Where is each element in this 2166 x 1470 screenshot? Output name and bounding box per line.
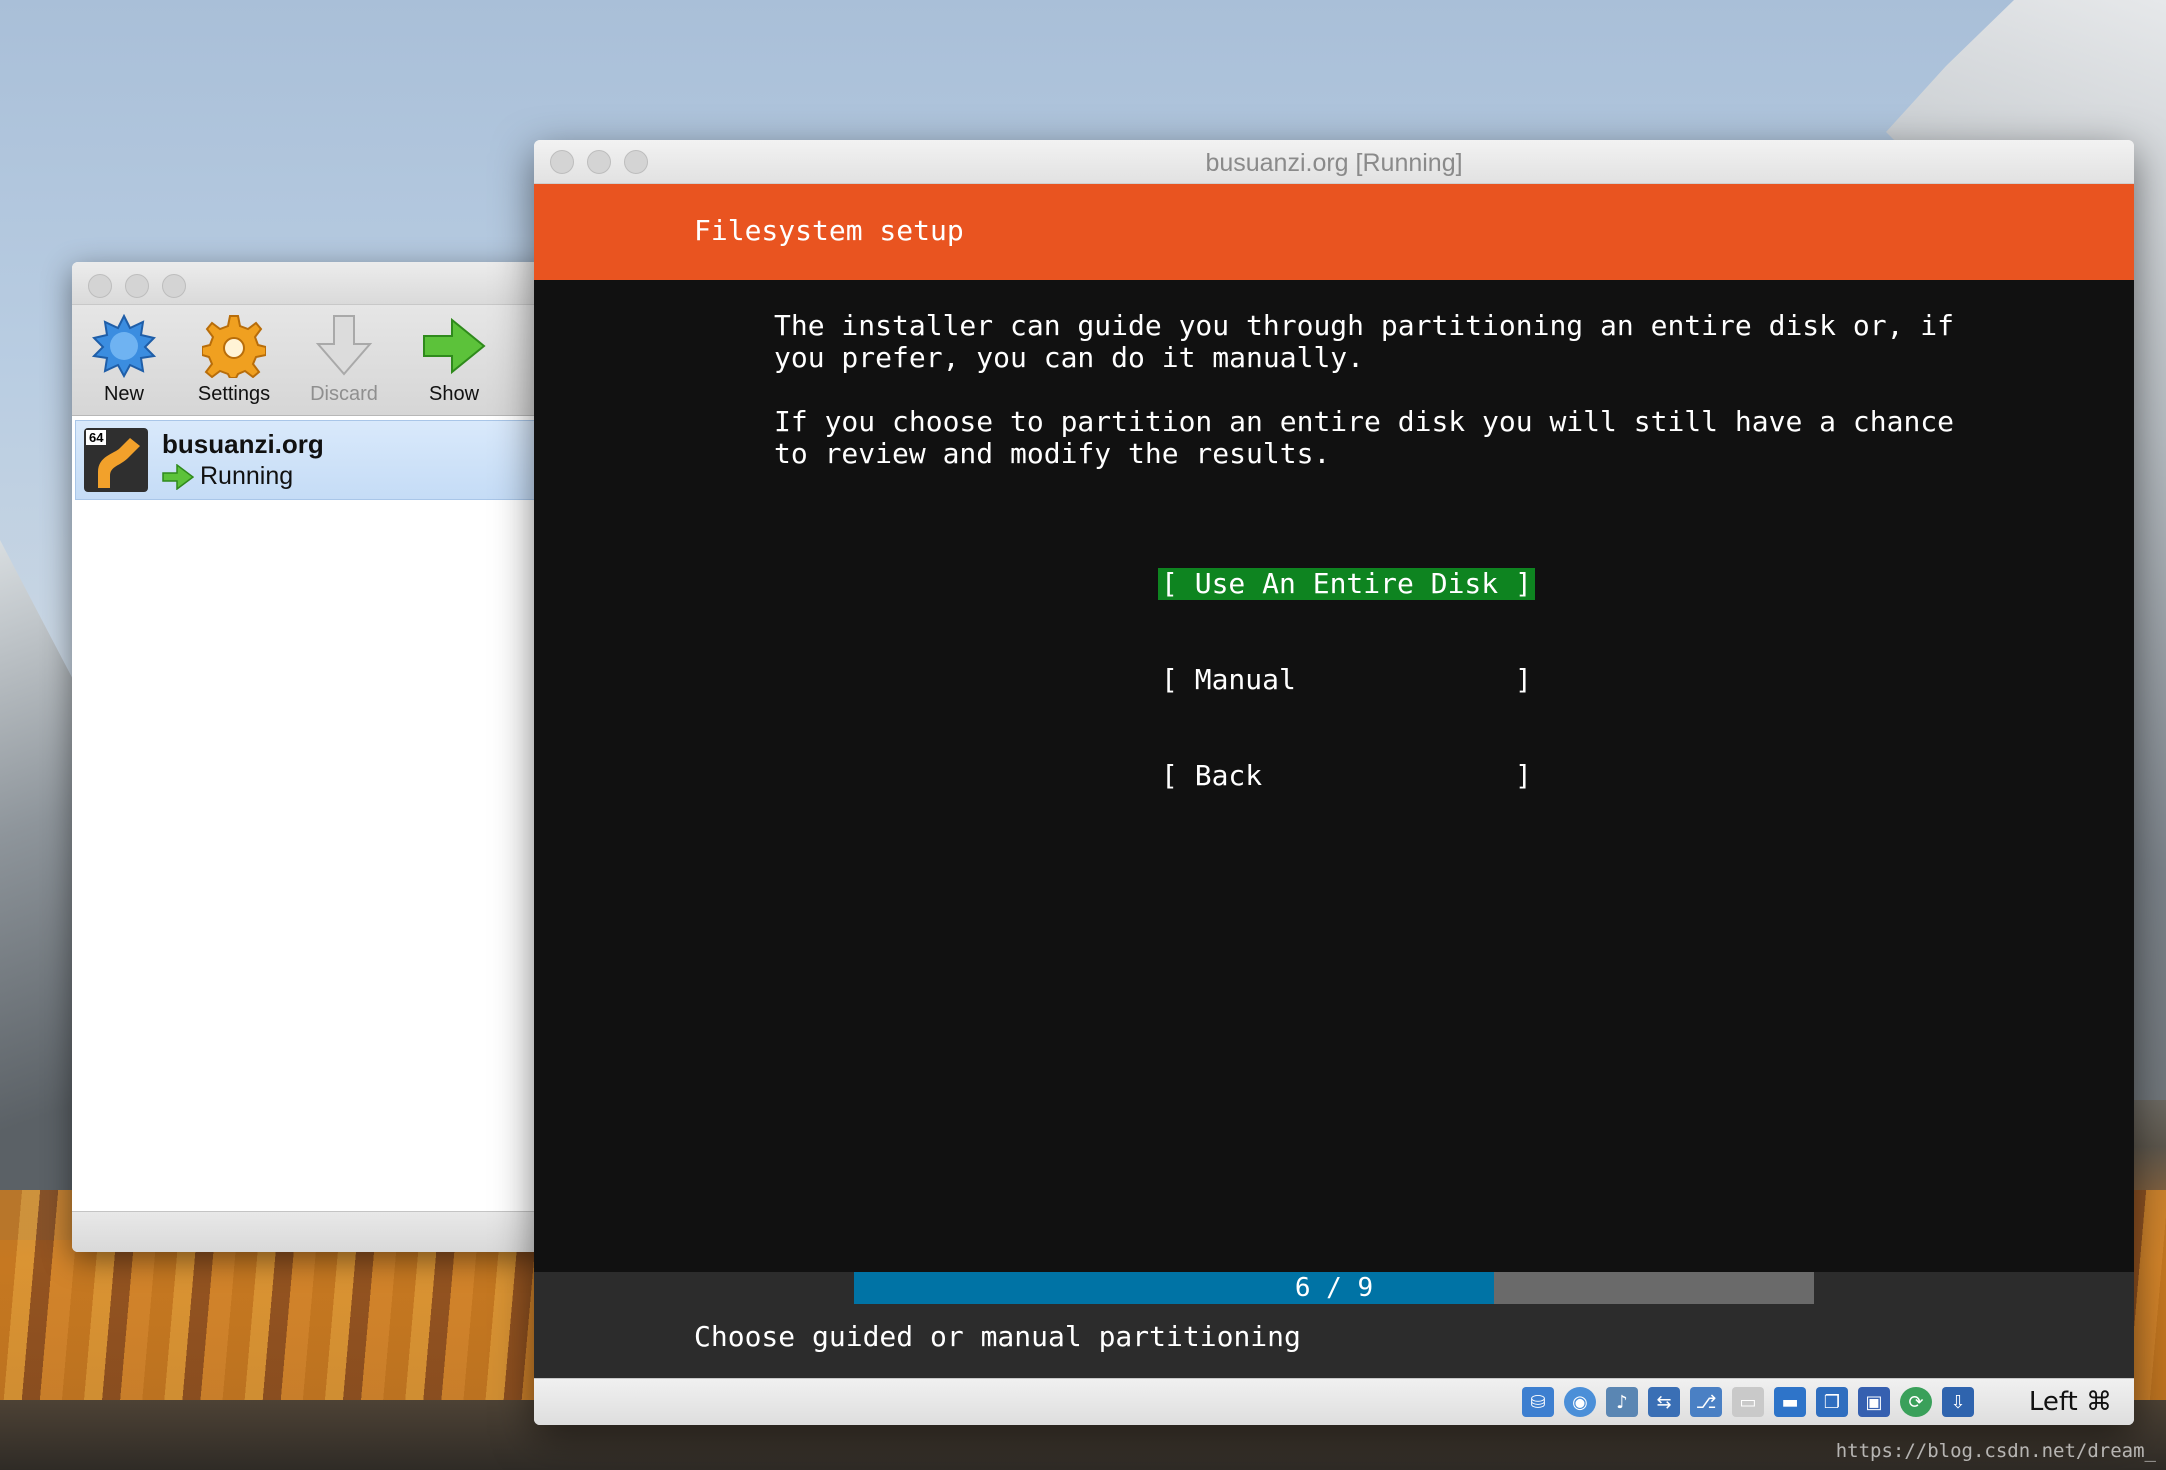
- manager-bottom-bar: [72, 1211, 552, 1252]
- video-capture-icon[interactable]: ❐: [1816, 1387, 1848, 1417]
- network-icon[interactable]: ⇆: [1648, 1387, 1680, 1417]
- review-line-2: to review and modify the results.: [774, 437, 1331, 470]
- vm-list-item[interactable]: 64 busuanzi.org Running: [75, 420, 549, 500]
- arrow-right-icon: [414, 311, 494, 381]
- use-entire-disk-option[interactable]: [ Use An Entire Disk ]: [1158, 568, 1535, 600]
- discard-label: Discard: [310, 383, 378, 405]
- vm-state: Running: [162, 462, 324, 491]
- zoom-button[interactable]: [162, 274, 186, 298]
- manual-option[interactable]: [ Manual ]: [1158, 664, 1535, 696]
- host-key-indicator[interactable]: Left ⌘: [2029, 1387, 2112, 1417]
- mouse-integration-icon[interactable]: ⇩: [1942, 1387, 1974, 1417]
- show-button[interactable]: Show: [414, 305, 494, 415]
- close-button[interactable]: [88, 274, 112, 298]
- running-arrow-icon: [162, 463, 194, 490]
- intro-line-2: you prefer, you can do it manually.: [774, 341, 1365, 374]
- manager-toolbar: New Settings Discard Show: [72, 305, 552, 416]
- shared-folder-icon[interactable]: ▭: [1732, 1387, 1764, 1417]
- audio-icon[interactable]: ♪: [1606, 1387, 1638, 1417]
- review-line-1: If you choose to partition an entire dis…: [774, 405, 1955, 438]
- installer-header: Filesystem setup: [534, 184, 2134, 280]
- arrows-icon[interactable]: ⟳: [1900, 1387, 1932, 1417]
- new-label: New: [103, 383, 144, 405]
- partition-menu: [ Use An Entire Disk ] [ Manual ] [ Back…: [1158, 504, 1535, 856]
- gear-icon: [194, 311, 274, 381]
- vm-titlebar[interactable]: busuanzi.org [Running]: [534, 140, 2134, 184]
- virtualbox-manager-window: New Settings Discard Show 64 busuanzi.or…: [72, 262, 552, 1252]
- installer-header-title: Filesystem setup: [694, 214, 964, 247]
- vm-window-title: busuanzi.org [Running]: [1205, 149, 1463, 177]
- settings-button[interactable]: Settings: [194, 305, 274, 415]
- settings-label: Settings: [197, 383, 271, 405]
- vm-name: busuanzi.org: [162, 429, 324, 459]
- device-icons: ⛁ ◉ ♪ ⇆ ⎇ ▭ ▬ ❐ ▣ ⟳ ⇩: [1522, 1387, 1974, 1417]
- intro-line-1: The installer can guide you through part…: [774, 309, 1955, 342]
- back-option[interactable]: [ Back ]: [1158, 760, 1535, 792]
- guest-screen[interactable]: Filesystem setup The installer can guide…: [534, 184, 2134, 1379]
- manager-titlebar[interactable]: [72, 262, 552, 305]
- progress-text: 6 / 9: [1294, 1273, 1374, 1303]
- review-paragraph: If you choose to partition an entire dis…: [774, 406, 1954, 470]
- optical-disc-icon[interactable]: ◉: [1564, 1387, 1596, 1417]
- usb-icon[interactable]: ⎇: [1690, 1387, 1722, 1417]
- vm-status-bar: ⛁ ◉ ♪ ⇆ ⎇ ▭ ▬ ❐ ▣ ⟳ ⇩ Left ⌘: [534, 1378, 2134, 1425]
- display-icon[interactable]: ▬: [1774, 1387, 1806, 1417]
- arrow-down-icon: [304, 311, 384, 381]
- watermark: https://blog.csdn.net/dream_: [1835, 1440, 2156, 1462]
- hard-disk-icon[interactable]: ⛁: [1522, 1387, 1554, 1417]
- intro-paragraph: The installer can guide you through part…: [774, 310, 1954, 374]
- vm-console-window: busuanzi.org [Running] Filesystem setup …: [534, 140, 2134, 1425]
- footer-hint: Choose guided or manual partitioning: [694, 1320, 1301, 1353]
- discard-button[interactable]: Discard: [304, 305, 384, 415]
- minimize-button[interactable]: [125, 274, 149, 298]
- vm-state-label: Running: [200, 462, 294, 490]
- os-icon: 64: [84, 428, 148, 492]
- new-icon: [84, 311, 164, 381]
- new-button[interactable]: New: [84, 305, 164, 415]
- show-label: Show: [428, 383, 480, 405]
- cpu-icon[interactable]: ▣: [1858, 1387, 1890, 1417]
- window-controls: [88, 274, 186, 298]
